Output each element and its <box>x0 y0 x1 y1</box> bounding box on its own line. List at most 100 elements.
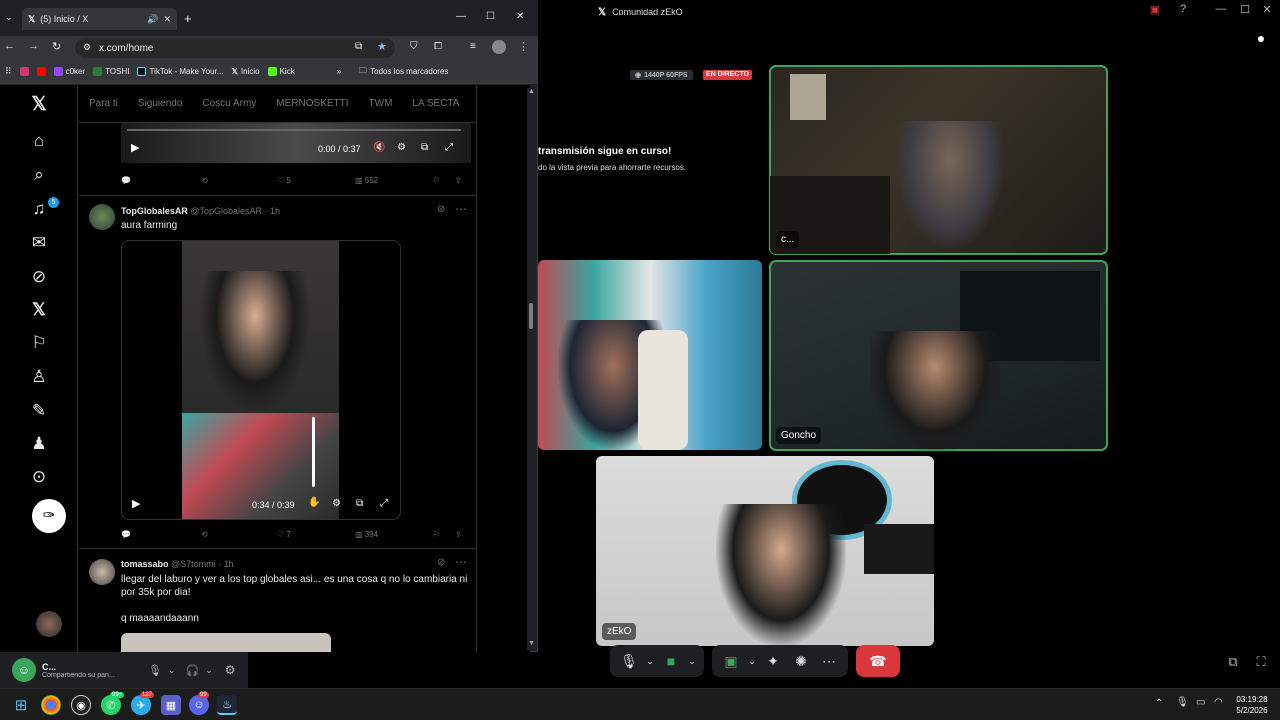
tab-close-icon[interactable]: ✕ <box>163 14 171 25</box>
bookmark-youtube[interactable] <box>36 67 46 76</box>
views-button[interactable]: ▥ 552 <box>355 176 378 185</box>
screen-share-icon[interactable]: ▣ <box>1146 3 1164 16</box>
premium-x-icon[interactable]: 𝕏 <box>27 300 51 320</box>
bookmark-toshi[interactable]: TOSHI <box>93 67 129 76</box>
camera-button[interactable]: ■ <box>658 648 684 674</box>
obs-icon[interactable]: ◉ <box>71 695 91 715</box>
search-icon[interactable]: ⌕ <box>27 165 51 185</box>
chevron-down-icon[interactable]: ⌄ <box>686 648 698 674</box>
avatar[interactable] <box>89 559 115 585</box>
home-icon[interactable]: ⌂ <box>27 131 51 151</box>
share-icon[interactable]: ⇪ <box>455 176 462 185</box>
minimize-icon[interactable]: — <box>456 11 466 22</box>
activities-button[interactable]: ✦ <box>760 648 786 674</box>
scroll-up-icon[interactable]: ▲ <box>528 88 535 95</box>
video-tile-c[interactable]: c... <box>769 65 1108 255</box>
like-button[interactable]: ♡ 5 <box>277 176 291 185</box>
tab-twm[interactable]: TWM <box>359 98 403 109</box>
scrollbar-thumb[interactable] <box>529 303 533 329</box>
profile-avatar[interactable] <box>492 40 506 54</box>
video-player[interactable]: ▶ 0:34 / 0:39 ✋ ⚙ ⧉ ⤢ <box>121 240 401 520</box>
articles-icon[interactable]: ✎ <box>27 401 51 421</box>
pip-icon[interactable]: ⧉ <box>356 498 363 509</box>
author-handle[interactable]: @S7tommi · 1h <box>171 559 234 569</box>
bookmark-icon[interactable]: ⚐ <box>433 176 440 185</box>
chrome-icon[interactable] <box>41 695 61 715</box>
close-icon[interactable]: ✕ <box>516 11 524 22</box>
soundboard-button[interactable]: ✺ <box>788 648 814 674</box>
grok-icon[interactable]: ⊘ <box>437 204 445 215</box>
post-button[interactable]: ✑ <box>32 499 66 533</box>
media-icon[interactable]: ≡ <box>470 41 476 52</box>
play-icon[interactable]: ▶ <box>132 497 140 510</box>
jobs-icon[interactable]: ♙ <box>27 367 51 387</box>
reply-icon[interactable]: 💬 <box>121 530 131 539</box>
like-button[interactable]: ♡ 7 <box>277 530 291 539</box>
chevron-down-icon[interactable]: ⌄ <box>168 665 176 676</box>
microphone-icon[interactable]: 🎙 <box>1176 697 1189 708</box>
tweet-media-preview[interactable] <box>121 633 331 652</box>
address-bar[interactable]: ⚙ x.com/home ⧉ ★ <box>75 38 395 58</box>
maximize-icon[interactable]: ☐ <box>1236 3 1254 16</box>
retweet-icon[interactable]: ⟲ <box>201 176 208 185</box>
retweet-icon[interactable]: ⟲ <box>201 530 208 539</box>
help-icon[interactable]: ? <box>1174 3 1192 15</box>
more-icon[interactable]: ⋯ <box>455 555 467 569</box>
new-tab-icon[interactable]: + <box>184 11 192 26</box>
tab-la-secta[interactable]: LA SECTA <box>402 98 469 109</box>
pip-icon[interactable]: ⧉ <box>421 142 428 153</box>
tweet-tomassabo[interactable]: tomassabo @S7tommi · 1h ⊘ ⋯ llegar del l… <box>79 549 477 652</box>
progress-bar[interactable] <box>127 129 461 131</box>
apps-icon[interactable]: ⠿ <box>5 66 12 77</box>
reply-icon[interactable]: 💬 <box>121 176 131 185</box>
volume-icon[interactable]: ✋ <box>308 497 320 508</box>
extension-shield-icon[interactable]: ⛉ <box>410 41 418 52</box>
forward-icon[interactable]: → <box>28 40 39 52</box>
browser-tab[interactable]: 𝕏 (5) Inicio / X 🔊 ✕ <box>22 8 177 30</box>
microphone-button[interactable]: 🎙 <box>616 648 642 674</box>
tab-mernosketti[interactable]: MERNOSKETTI <box>266 98 358 109</box>
chevron-down-icon[interactable]: ⌄ <box>746 648 758 674</box>
grok-icon[interactable]: ⊘ <box>27 267 51 287</box>
volume-slider[interactable] <box>312 417 315 487</box>
chevron-up-icon[interactable]: ⌃ <box>1155 698 1163 709</box>
steam-icon[interactable]: ♨ <box>217 695 237 715</box>
whatsapp-icon[interactable]: ✆ <box>101 695 121 715</box>
maximize-icon[interactable]: ☐ <box>486 11 495 22</box>
more-options-button[interactable]: ⋯ <box>816 648 842 674</box>
scroll-down-icon[interactable]: ▼ <box>528 640 535 647</box>
display-icon[interactable]: ▭ <box>1196 697 1205 708</box>
settings-icon[interactable]: ⚙ <box>332 498 341 509</box>
fullscreen-icon[interactable]: ⤢ <box>445 142 453 153</box>
all-bookmarks[interactable]: 🗀 Todos los marcadores <box>359 65 448 79</box>
bookmarks-icon[interactable]: ⚐ <box>27 333 51 353</box>
screen-share-button[interactable]: ▣ <box>718 648 744 674</box>
fullscreen-icon[interactable]: ⛶ <box>1252 654 1270 670</box>
messages-icon[interactable]: ✉ <box>27 233 51 253</box>
user-info[interactable]: C... Compartiendo su pan... <box>42 662 138 679</box>
extensions-icon[interactable]: ⧠ <box>434 41 442 52</box>
tab-list-icon[interactable]: ⌄ <box>5 12 13 23</box>
clock[interactable]: 03:19:28 5/2/2026 <box>1232 694 1272 716</box>
tab-coscu-army[interactable]: Coscu Army <box>192 98 266 109</box>
bookmark-icon[interactable]: ⚐ <box>433 530 440 539</box>
reload-icon[interactable]: ↻ <box>52 40 61 53</box>
bookmark-tiktok[interactable]: TikTok - Make Your... <box>137 67 223 76</box>
profile-icon[interactable]: ♟ <box>27 434 51 454</box>
disconnect-button[interactable]: ☎ <box>856 645 900 677</box>
close-icon[interactable]: ✕ <box>1258 3 1276 16</box>
chevron-down-icon[interactable]: ⌄ <box>644 648 656 674</box>
discord-icon[interactable]: ☺ <box>189 695 209 715</box>
more-icon[interactable]: ⋯ <box>455 202 467 216</box>
headphones-icon[interactable]: 🎧 <box>186 664 200 677</box>
tab-para-ti[interactable]: Para ti <box>79 98 128 109</box>
tweet-topglobales[interactable]: TopGlobalesAR @TopGlobalesAR · 1h ⊘ ⋯ au… <box>79 196 477 549</box>
speaker-icon[interactable]: 🔊 <box>147 14 158 25</box>
x-logo-icon[interactable]: 𝕏 <box>27 93 51 116</box>
fullscreen-icon[interactable]: ⤢ <box>380 498 388 509</box>
back-icon[interactable]: ← <box>4 40 15 52</box>
more-icon[interactable]: ⊙ <box>27 467 51 487</box>
author-handle[interactable]: @TopGlobalesAR · 1h <box>190 206 280 216</box>
windows-start-icon[interactable]: ⊞ <box>11 695 31 715</box>
bookmark-kick[interactable]: Kick <box>267 67 295 76</box>
